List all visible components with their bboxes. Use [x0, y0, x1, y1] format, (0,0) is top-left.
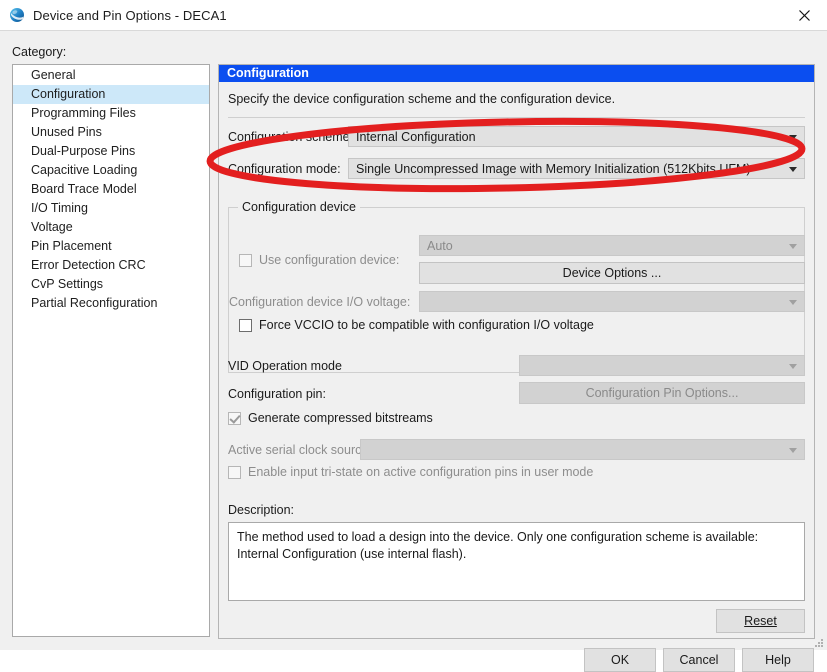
vid-operation-mode-dropdown[interactable] [519, 355, 805, 376]
sidebar-item-capacitive-loading[interactable]: Capacitive Loading [13, 161, 209, 180]
cancel-label: Cancel [680, 653, 719, 667]
active-serial-clock-label: Active serial clock source: [228, 443, 372, 457]
configuration-device-legend: Configuration device [238, 200, 360, 214]
use-configuration-device-label: Use configuration device: [259, 253, 399, 267]
sidebar-item-general[interactable]: General [13, 66, 209, 85]
quartus-sphere-icon [9, 7, 25, 23]
category-list[interactable]: General Configuration Programming Files … [12, 64, 210, 637]
config-mode-label: Configuration mode: [228, 162, 341, 176]
window-title: Device and Pin Options - DECA1 [33, 8, 781, 23]
sidebar-item-configuration[interactable]: Configuration [13, 85, 209, 104]
chevron-down-icon [789, 244, 797, 249]
active-serial-clock-dropdown[interactable] [360, 439, 805, 460]
chevron-down-icon [789, 448, 797, 453]
sidebar-item-cvp-settings[interactable]: CvP Settings [13, 275, 209, 294]
close-icon[interactable] [781, 0, 827, 30]
category-label: Category: [12, 45, 66, 59]
configuration-pin-label-row: Configuration pin: [228, 383, 326, 405]
config-device-io-voltage-label: Configuration device I/O voltage: [229, 295, 410, 309]
config-mode-label-row: Configuration mode: [228, 158, 341, 180]
configuration-panel: Configuration Specify the device configu… [218, 64, 815, 639]
configuration-device-group [228, 207, 805, 373]
sidebar-item-io-timing[interactable]: I/O Timing [13, 199, 209, 218]
chevron-down-icon [789, 167, 797, 172]
sidebar-item-programming-files[interactable]: Programming Files [13, 104, 209, 123]
vid-operation-mode-label: VID Operation mode [228, 359, 342, 373]
config-mode-value: Single Uncompressed Image with Memory In… [356, 162, 751, 176]
window-titlebar: Device and Pin Options - DECA1 [0, 0, 827, 31]
chevron-down-icon [789, 300, 797, 305]
ok-label: OK [611, 653, 629, 667]
description-textbox[interactable]: The method used to load a design into th… [228, 522, 805, 601]
chevron-down-icon [789, 135, 797, 140]
config-device-io-voltage-label-row: Configuration device I/O voltage: [229, 291, 410, 313]
reset-button[interactable]: Reset [716, 609, 805, 633]
divider [228, 117, 805, 118]
cancel-button[interactable]: Cancel [663, 648, 735, 672]
resize-grip[interactable] [814, 638, 824, 648]
sidebar-item-unused-pins[interactable]: Unused Pins [13, 123, 209, 142]
config-scheme-label-row: Configuration scheme: [228, 126, 353, 148]
sidebar-item-error-detection-crc[interactable]: Error Detection CRC [13, 256, 209, 275]
generate-compressed-bitstreams-row[interactable]: Generate compressed bitstreams [228, 411, 433, 425]
config-mode-dropdown[interactable]: Single Uncompressed Image with Memory In… [348, 158, 805, 179]
chevron-down-icon [789, 364, 797, 369]
help-button[interactable]: Help [742, 648, 814, 672]
panel-header-title: Configuration [219, 65, 814, 82]
dialog-body: Category: General Configuration Programm… [0, 31, 827, 650]
description-label: Description: [228, 503, 294, 517]
configuration-pin-options-button[interactable]: Configuration Pin Options... [519, 382, 805, 404]
device-options-label: Device Options ... [563, 266, 662, 280]
sidebar-item-dual-purpose-pins[interactable]: Dual-Purpose Pins [13, 142, 209, 161]
use-configuration-device-row[interactable]: Use configuration device: [239, 253, 399, 267]
enable-tristate-row[interactable]: Enable input tri-state on active configu… [228, 465, 593, 479]
use-configuration-device-checkbox[interactable] [239, 254, 252, 267]
active-serial-clock-label-row: Active serial clock source: [228, 439, 372, 461]
device-options-button[interactable]: Device Options ... [419, 262, 805, 284]
ok-button[interactable]: OK [584, 648, 656, 672]
sidebar-item-board-trace-model[interactable]: Board Trace Model [13, 180, 209, 199]
reset-label: Reset [744, 614, 777, 628]
configuration-device-value: Auto [427, 239, 453, 253]
enable-tristate-label: Enable input tri-state on active configu… [248, 465, 593, 479]
panel-description: Specify the device configuration scheme … [228, 92, 615, 106]
generate-compressed-bitstreams-checkbox[interactable] [228, 412, 241, 425]
force-vccio-checkbox[interactable] [239, 319, 252, 332]
generate-compressed-bitstreams-label: Generate compressed bitstreams [248, 411, 433, 425]
config-scheme-dropdown[interactable]: Internal Configuration [348, 126, 805, 147]
configuration-pin-label: Configuration pin: [228, 387, 326, 401]
configuration-pin-options-label: Configuration Pin Options... [586, 386, 739, 400]
enable-tristate-checkbox[interactable] [228, 466, 241, 479]
config-device-io-voltage-dropdown[interactable] [419, 291, 805, 312]
config-scheme-label: Configuration scheme: [228, 130, 353, 144]
force-vccio-label: Force VCCIO to be compatible with config… [259, 318, 594, 332]
force-vccio-row[interactable]: Force VCCIO to be compatible with config… [239, 318, 594, 332]
help-label: Help [765, 653, 791, 667]
vid-operation-mode-label-row: VID Operation mode [228, 355, 342, 377]
sidebar-item-voltage[interactable]: Voltage [13, 218, 209, 237]
sidebar-item-pin-placement[interactable]: Pin Placement [13, 237, 209, 256]
configuration-device-dropdown[interactable]: Auto [419, 235, 805, 256]
config-scheme-value: Internal Configuration [356, 130, 476, 144]
sidebar-item-partial-reconfiguration[interactable]: Partial Reconfiguration [13, 294, 209, 313]
